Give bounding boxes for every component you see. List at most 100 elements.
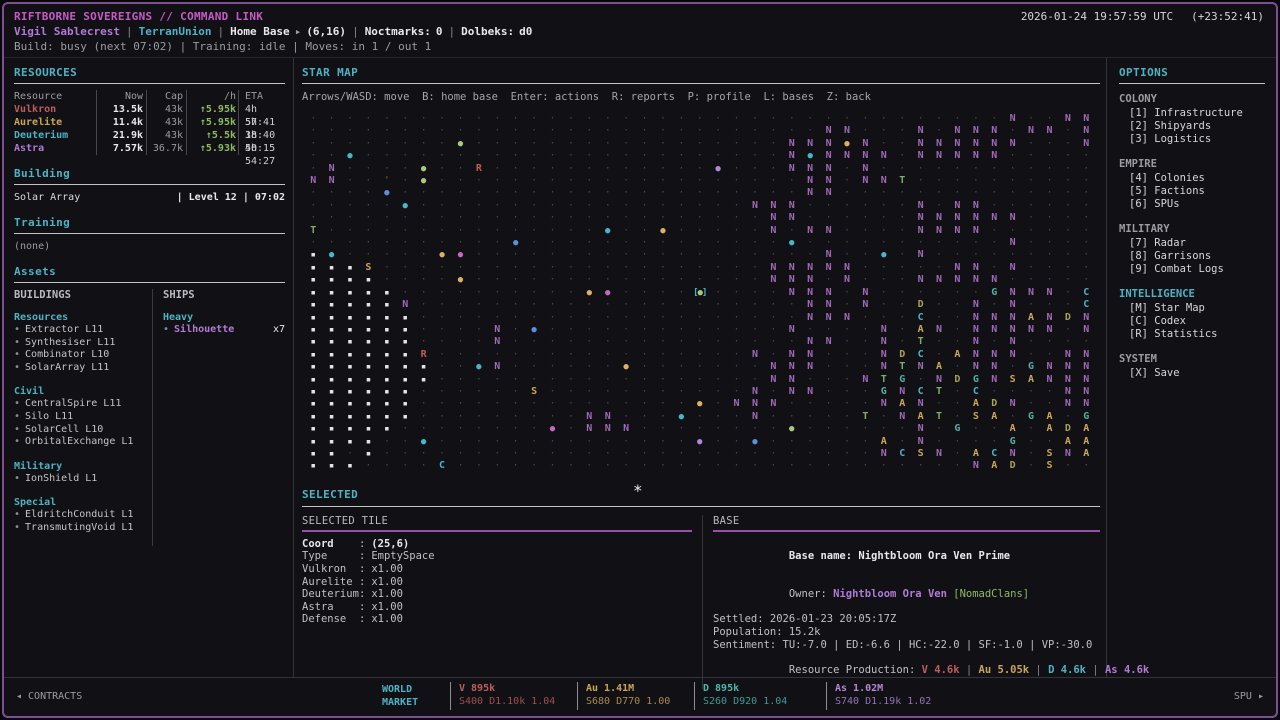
- empty-space-dot[interactable]: ·: [746, 287, 764, 299]
- nomad-base[interactable]: N: [967, 349, 985, 361]
- own-territory-square[interactable]: ▪: [322, 349, 340, 361]
- own-territory-square[interactable]: ▪: [322, 436, 340, 448]
- empty-space-dot[interactable]: ·: [378, 113, 396, 125]
- nomad-base[interactable]: N: [764, 262, 782, 274]
- empty-space-dot[interactable]: ·: [433, 262, 451, 274]
- empty-space-dot[interactable]: ·: [819, 361, 837, 373]
- empty-space-dot[interactable]: ·: [691, 125, 709, 137]
- own-territory-square[interactable]: ▪: [359, 411, 377, 423]
- empty-space-dot[interactable]: ·: [543, 262, 561, 274]
- nomad-base[interactable]: N: [322, 163, 340, 175]
- nomad-base[interactable]: N: [856, 163, 874, 175]
- nomad-base[interactable]: N: [1059, 361, 1077, 373]
- empty-space-dot[interactable]: ·: [1077, 212, 1095, 224]
- empty-space-dot[interactable]: ·: [525, 237, 543, 249]
- empty-space-dot[interactable]: ·: [543, 336, 561, 348]
- nomad-base[interactable]: N: [1077, 125, 1095, 137]
- empty-space-dot[interactable]: ·: [599, 299, 617, 311]
- map-object-a[interactable]: A: [911, 324, 929, 336]
- empty-space-dot[interactable]: ·: [396, 125, 414, 137]
- empty-space-dot[interactable]: ·: [783, 125, 801, 137]
- empty-space-dot[interactable]: ·: [875, 225, 893, 237]
- empty-space-dot[interactable]: ·: [414, 138, 432, 150]
- empty-space-dot[interactable]: ·: [433, 423, 451, 435]
- empty-space-dot[interactable]: ·: [727, 237, 745, 249]
- empty-space-dot[interactable]: ·: [764, 113, 782, 125]
- empty-space-dot[interactable]: ·: [838, 423, 856, 435]
- options-item[interactable]: [3] Logistics: [1119, 133, 1268, 146]
- nomad-base[interactable]: N: [396, 299, 414, 311]
- empty-space-dot[interactable]: ·: [764, 312, 782, 324]
- empty-space-dot[interactable]: ·: [838, 225, 856, 237]
- map-object-r[interactable]: R: [470, 163, 488, 175]
- own-territory-square[interactable]: ▪: [322, 460, 340, 472]
- nomad-base[interactable]: N: [1040, 125, 1058, 137]
- empty-space-dot[interactable]: ·: [525, 299, 543, 311]
- nomad-base[interactable]: N: [783, 386, 801, 398]
- map-object-a[interactable]: A: [930, 361, 948, 373]
- empty-space-dot[interactable]: ·: [672, 349, 690, 361]
- empty-space-dot[interactable]: ·: [599, 175, 617, 187]
- nomad-base[interactable]: N: [617, 423, 635, 435]
- empty-space-dot[interactable]: ·: [414, 386, 432, 398]
- empty-space-dot[interactable]: ·: [543, 113, 561, 125]
- empty-space-dot[interactable]: ·: [856, 386, 874, 398]
- empty-space-dot[interactable]: ·: [1040, 187, 1058, 199]
- empty-space-dot[interactable]: ·: [322, 212, 340, 224]
- empty-space-dot[interactable]: ·: [801, 113, 819, 125]
- empty-space-dot[interactable]: ·: [562, 138, 580, 150]
- empty-space-dot[interactable]: ·: [414, 299, 432, 311]
- empty-space-dot[interactable]: ·: [727, 460, 745, 472]
- nomad-base[interactable]: N: [1040, 312, 1058, 324]
- nomad-base[interactable]: N: [948, 125, 966, 137]
- empty-space-dot[interactable]: ·: [433, 212, 451, 224]
- empty-space-dot[interactable]: ·: [930, 249, 948, 261]
- empty-space-dot[interactable]: ·: [580, 138, 598, 150]
- empty-space-dot[interactable]: ·: [691, 312, 709, 324]
- empty-space-dot[interactable]: ·: [525, 460, 543, 472]
- empty-space-dot[interactable]: ·: [451, 212, 469, 224]
- empty-space-dot[interactable]: ·: [525, 411, 543, 423]
- empty-space-dot[interactable]: ·: [635, 349, 653, 361]
- nomad-base[interactable]: N: [856, 374, 874, 386]
- own-territory-square[interactable]: ▪: [378, 411, 396, 423]
- own-territory-square[interactable]: ▪: [322, 361, 340, 373]
- empty-space-dot[interactable]: ·: [1077, 262, 1095, 274]
- empty-space-dot[interactable]: ·: [488, 299, 506, 311]
- empty-space-dot[interactable]: ·: [543, 349, 561, 361]
- map-object-c[interactable]: C: [433, 460, 451, 472]
- empty-space-dot[interactable]: ·: [488, 423, 506, 435]
- empty-space-dot[interactable]: ·: [506, 386, 524, 398]
- empty-space-dot[interactable]: ·: [856, 349, 874, 361]
- empty-space-dot[interactable]: ·: [838, 361, 856, 373]
- empty-space-dot[interactable]: ·: [599, 150, 617, 162]
- empty-space-dot[interactable]: ·: [691, 411, 709, 423]
- cyan-star-dot[interactable]: ●: [801, 150, 819, 162]
- empty-space-dot[interactable]: ·: [1003, 249, 1021, 261]
- empty-space-dot[interactable]: ·: [783, 299, 801, 311]
- empty-space-dot[interactable]: ·: [525, 349, 543, 361]
- empty-space-dot[interactable]: ·: [893, 287, 911, 299]
- empty-space-dot[interactable]: ·: [764, 349, 782, 361]
- empty-space-dot[interactable]: ·: [985, 386, 1003, 398]
- empty-space-dot[interactable]: ·: [378, 262, 396, 274]
- empty-space-dot[interactable]: ·: [985, 249, 1003, 261]
- nomad-base[interactable]: N: [801, 336, 819, 348]
- empty-space-dot[interactable]: ·: [635, 436, 653, 448]
- nomad-base[interactable]: N: [1003, 349, 1021, 361]
- empty-space-dot[interactable]: ·: [580, 125, 598, 137]
- empty-space-dot[interactable]: ·: [654, 398, 672, 410]
- nomad-base[interactable]: N: [783, 150, 801, 162]
- empty-space-dot[interactable]: ·: [672, 287, 690, 299]
- empty-space-dot[interactable]: ·: [635, 249, 653, 261]
- empty-space-dot[interactable]: ·: [488, 212, 506, 224]
- empty-space-dot[interactable]: ·: [672, 361, 690, 373]
- empty-space-dot[interactable]: ·: [727, 274, 745, 286]
- empty-space-dot[interactable]: ·: [562, 436, 580, 448]
- own-territory-square[interactable]: ▪: [378, 349, 396, 361]
- empty-space-dot[interactable]: ·: [1059, 225, 1077, 237]
- nomad-base[interactable]: N: [764, 361, 782, 373]
- nomad-base[interactable]: N: [948, 262, 966, 274]
- nomad-base[interactable]: N: [985, 349, 1003, 361]
- nomad-base[interactable]: N: [1077, 349, 1095, 361]
